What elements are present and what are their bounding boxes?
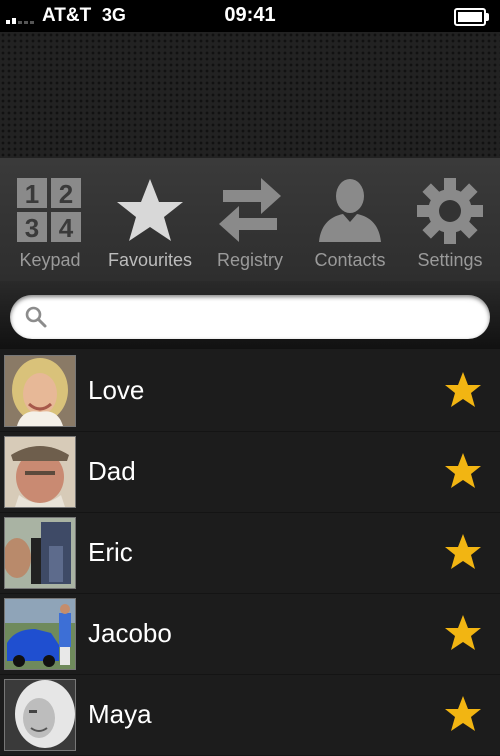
tab-label-contacts: Contacts [314, 250, 386, 270]
status-time: 09:41 [224, 4, 276, 26]
avatar [4, 436, 76, 508]
keypad-digit-3: 3 [25, 213, 39, 243]
gear-icon [417, 178, 483, 244]
tab-favourites[interactable]: Favourites [100, 159, 200, 281]
battery-icon [454, 8, 489, 26]
tab-label-keypad: Keypad [19, 250, 81, 270]
avatar [4, 598, 76, 670]
contact-name: Jacobo [88, 618, 172, 648]
keypad-digit-4: 4 [59, 213, 74, 243]
favourites-list: Love Dad Eric Jacobo Maya [0, 351, 500, 756]
favourite-star-icon[interactable] [444, 614, 482, 652]
dial-display [0, 32, 500, 159]
tab-contacts[interactable]: Contacts [300, 159, 400, 281]
contact-name: Love [88, 375, 145, 405]
avatar [4, 679, 76, 751]
search-field[interactable] [10, 295, 490, 339]
search-input[interactable] [58, 301, 482, 333]
avatar [4, 355, 76, 427]
swap-arrows-icon [219, 178, 281, 242]
contact-name: Dad [88, 456, 136, 486]
list-item[interactable]: Love [0, 351, 500, 432]
person-icon [319, 179, 381, 242]
favourite-star-icon[interactable] [444, 695, 482, 733]
search-bar [0, 281, 500, 349]
tab-registry[interactable]: Registry [200, 159, 300, 281]
list-item[interactable]: Eric [0, 513, 500, 594]
contact-name: Maya [88, 699, 152, 729]
keypad-digit-2: 2 [59, 179, 73, 209]
star-icon [117, 179, 183, 241]
list-item[interactable]: Maya [0, 675, 500, 756]
tab-bar: 1 2 3 4 Keypad Favourites Registry Conta… [0, 159, 500, 281]
tab-label-registry: Registry [216, 250, 283, 270]
keypad-digit-1: 1 [25, 179, 39, 209]
status-bar: AT&T 3G 09:41 [0, 0, 500, 32]
tab-settings[interactable]: Settings [400, 159, 500, 281]
tab-label-settings: Settings [417, 250, 483, 270]
favourite-star-icon[interactable] [444, 371, 482, 409]
tab-label-favourites: Favourites [107, 250, 193, 270]
favourite-star-icon[interactable] [444, 533, 482, 571]
favourite-star-icon[interactable] [444, 452, 482, 490]
list-item[interactable]: Jacobo [0, 594, 500, 675]
tab-keypad[interactable]: 1 2 3 4 Keypad [0, 159, 100, 281]
search-icon [25, 306, 47, 328]
list-item[interactable]: Dad [0, 432, 500, 513]
avatar [4, 517, 76, 589]
keypad-icon: 1 2 3 4 [17, 178, 81, 243]
contact-name: Eric [88, 537, 133, 567]
